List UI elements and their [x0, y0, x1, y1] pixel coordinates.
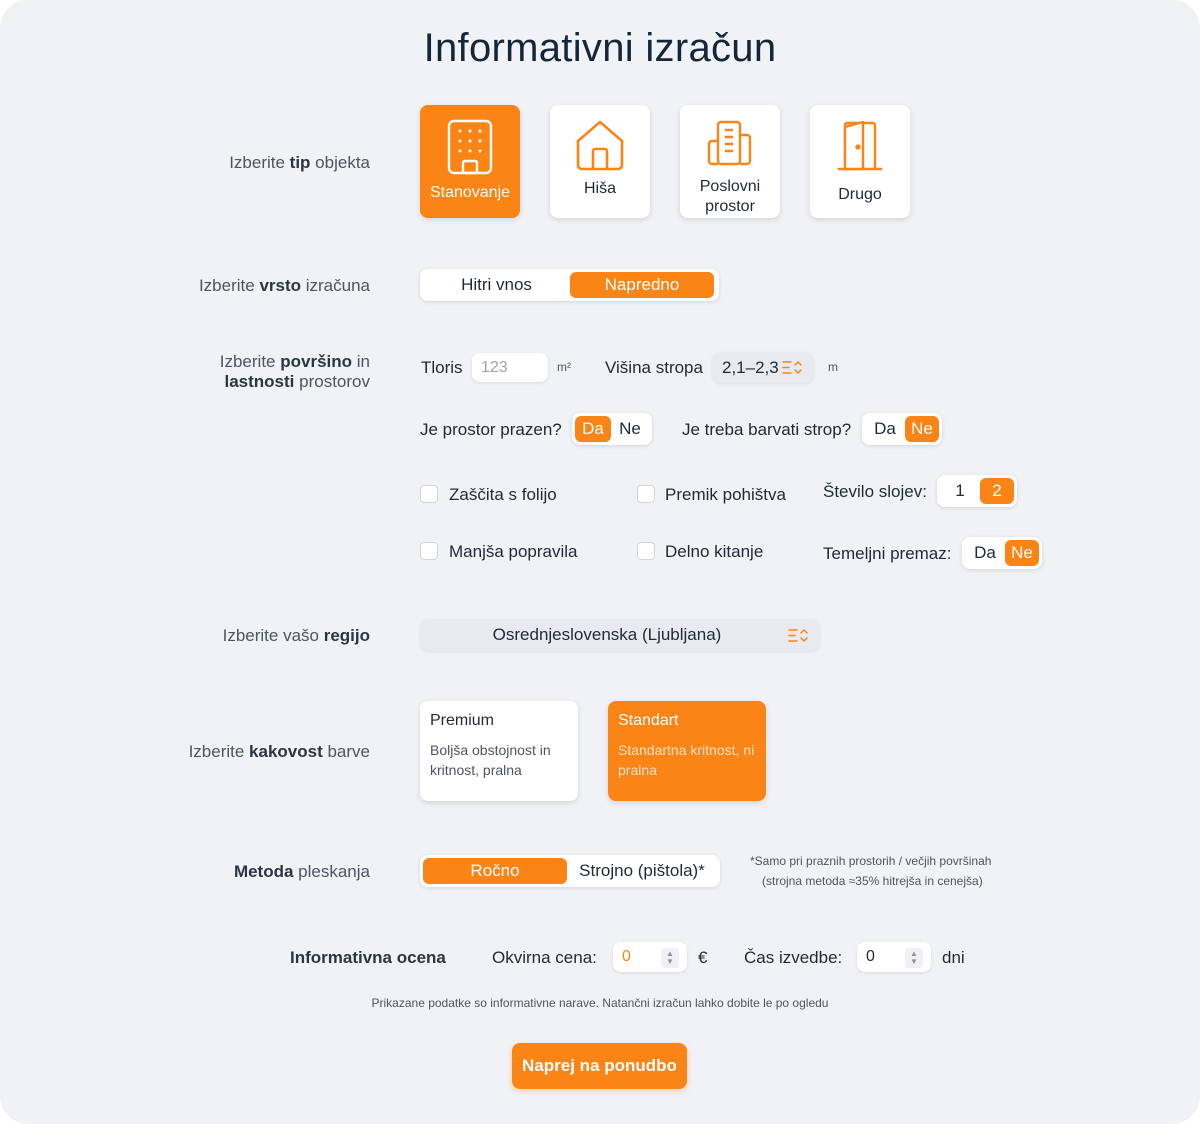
calc-type-advanced[interactable]: Napredno: [570, 272, 714, 298]
object-type-label-text: Stanovanje: [429, 184, 511, 201]
quality-premium-title: Premium: [430, 712, 495, 729]
primer-yes[interactable]: Da: [965, 540, 1005, 566]
method-note-line2: (strojna metoda ≈35% hitrejša in cenejša…: [762, 874, 983, 888]
object-type-office[interactable]: Poslovni prostor: [680, 105, 780, 218]
quality-standard-desc: Standartna kritnost, ni pralna: [618, 742, 755, 778]
empty-room-no[interactable]: Ne: [611, 416, 649, 442]
partial-putty-label: Delno kitanje: [665, 542, 764, 561]
object-type-house[interactable]: Hiša: [550, 105, 650, 218]
foil-protection-label: Zaščita s folijo: [449, 485, 557, 504]
calculator-panel: Informativni izračun Izberite tip objekt…: [0, 0, 1200, 1124]
continue-to-offer-button[interactable]: Naprej na ponudbo: [512, 1043, 687, 1089]
apartment-building-icon: [447, 119, 493, 175]
price-input[interactable]: 0 ▲ ▼: [613, 942, 687, 972]
paint-ceiling-yes[interactable]: Da: [865, 416, 905, 442]
office-building-icon: [707, 120, 752, 166]
quality-premium-desc: Boljša obstojnost in kritnost, pralna: [430, 742, 551, 778]
ceiling-height-value: 2,1–2,3: [722, 357, 779, 377]
primer-no[interactable]: Ne: [1005, 540, 1039, 566]
paint-ceiling-question: Je treba barvati strop?: [682, 420, 852, 439]
primer-label: Temeljni premaz:: [823, 544, 952, 563]
empty-room-yes[interactable]: Da: [575, 416, 611, 442]
layers-two[interactable]: 2: [980, 478, 1014, 504]
house-icon: [576, 120, 624, 171]
quality-premium-card[interactable]: Premium Boljša obstojnost in kritnost, p…: [420, 701, 578, 801]
quality-standard-card[interactable]: Standart Standartna kritnost, ni pralna: [608, 701, 766, 801]
price-stepper-icon[interactable]: ▲ ▼: [661, 948, 679, 968]
quality-label: Izberite kakovost barve: [188, 742, 370, 761]
calc-type-label: Izberite vrsto izračuna: [198, 276, 370, 295]
surface-label: Izberite površino in lastnosti prostorov: [219, 352, 370, 391]
layers-one[interactable]: 1: [940, 478, 980, 504]
paint-ceiling-toggle: Da Ne: [862, 413, 942, 445]
time-value: 0: [866, 948, 875, 965]
object-type-label-text: Hiša: [583, 180, 616, 197]
foil-protection-checkbox[interactable]: [420, 485, 438, 503]
ceiling-height-unit: m: [828, 360, 838, 374]
method-manual[interactable]: Ročno: [423, 858, 567, 884]
layers-toggle: 1 2: [937, 475, 1017, 507]
page-title: Informativni izračun: [423, 26, 777, 70]
price-label: Okvirna cena:: [492, 948, 597, 967]
select-arrows-icon: [782, 360, 802, 375]
time-stepper-icon[interactable]: ▲ ▼: [905, 948, 923, 968]
minor-repairs-checkbox[interactable]: [420, 542, 438, 560]
calc-type-toggle: Hitri vnos Napredno: [420, 269, 719, 301]
partial-putty-checkbox[interactable]: [637, 542, 655, 560]
primer-toggle: Da Ne: [962, 537, 1042, 569]
furniture-move-checkbox[interactable]: [637, 485, 655, 503]
object-type-label: Izberite tip objekta: [229, 153, 370, 172]
region-label: Izberite vašo regijo: [222, 626, 370, 645]
empty-room-question: Je prostor prazen?: [420, 420, 562, 439]
select-arrows-icon: [788, 628, 808, 643]
tloris-input[interactable]: 123: [472, 353, 548, 382]
tloris-label: Tloris: [421, 358, 463, 377]
empty-room-toggle: Da Ne: [572, 413, 652, 445]
price-value: 0: [622, 948, 631, 965]
method-note-line1: *Samo pri praznih prostorih / večjih pov…: [750, 854, 992, 868]
object-type-apartment[interactable]: Stanovanje: [420, 105, 520, 218]
ceiling-height-select[interactable]: 2,1–2,3: [712, 352, 814, 383]
disclaimer: Prikazane podatke so informativne narave…: [371, 996, 829, 1010]
price-unit: €: [698, 948, 708, 967]
calc-type-quick[interactable]: Hitri vnos: [423, 272, 570, 298]
estimate-label: Informativna ocena: [290, 948, 446, 967]
time-unit: dni: [942, 948, 965, 967]
minor-repairs-label: Manjša popravila: [449, 542, 578, 561]
method-label: Metoda pleskanja: [233, 862, 370, 881]
paint-ceiling-no[interactable]: Ne: [905, 416, 939, 442]
method-machine[interactable]: Strojno (pištola)*: [567, 858, 717, 884]
method-toggle: Ročno Strojno (pištola)*: [420, 855, 720, 887]
time-input[interactable]: 0 ▲ ▼: [857, 942, 931, 972]
object-type-other[interactable]: Drugo: [810, 105, 910, 218]
ceiling-height-label: Višina stropa: [605, 358, 703, 377]
object-type-label-text: Poslovni prostor: [699, 178, 761, 215]
tloris-unit: m²: [557, 360, 571, 374]
door-icon: [838, 120, 882, 171]
quality-standard-title: Standart: [618, 712, 679, 729]
time-label: Čas izvedbe:: [744, 948, 843, 967]
object-type-label-text: Drugo: [838, 186, 882, 203]
layers-label: Število slojev:: [823, 482, 927, 501]
region-value: Osrednjeslovenska (Ljubljana): [492, 625, 722, 644]
region-select[interactable]: Osrednjeslovenska (Ljubljana): [420, 619, 820, 651]
furniture-move-label: Premik pohištva: [665, 485, 786, 504]
